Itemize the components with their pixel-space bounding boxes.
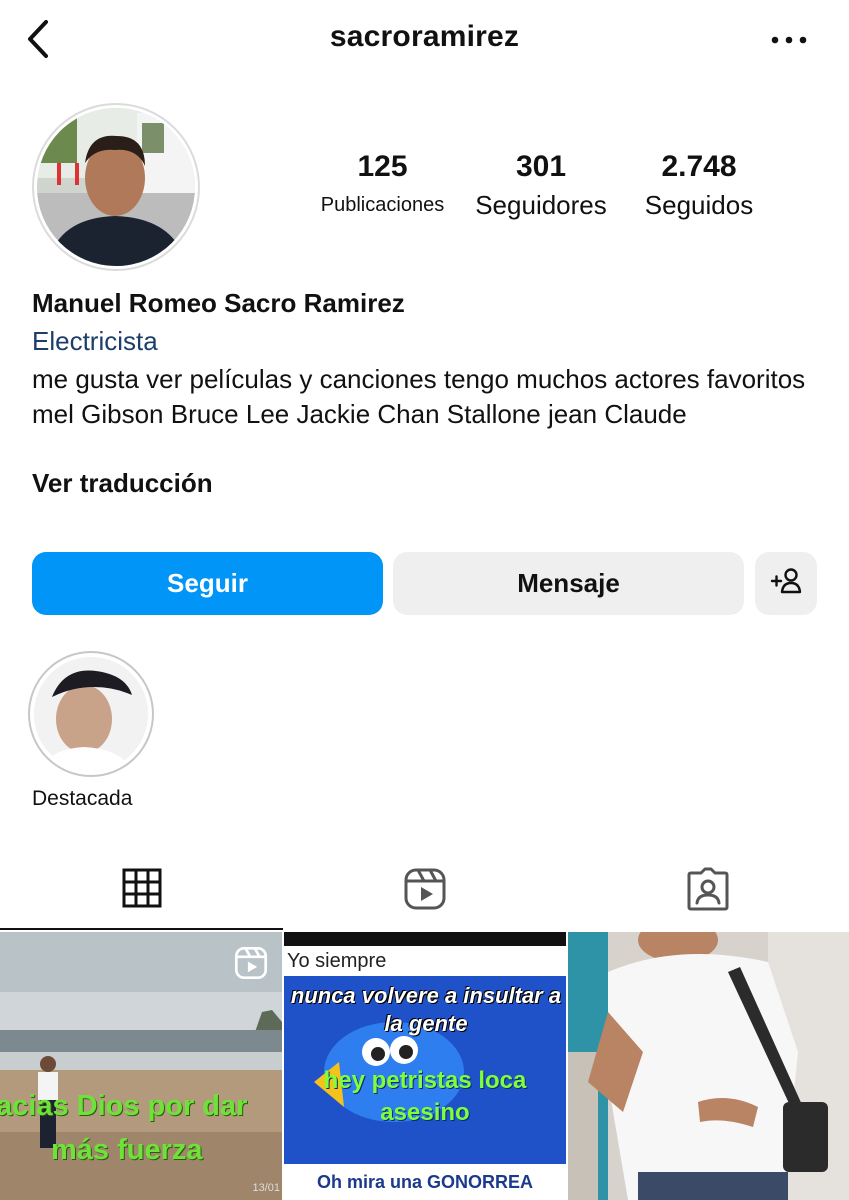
profile-avatar[interactable]: [32, 103, 200, 271]
top-bar: sacroramirez: [0, 0, 849, 80]
post-thumbnail[interactable]: acias Dios por dar más fuerza 13/01: [0, 932, 282, 1200]
posts-grid: acias Dios por dar más fuerza 13/01 Yo s…: [0, 932, 849, 1200]
tagged-icon: [686, 867, 730, 916]
post-overlay-line: más fuerza: [51, 1134, 203, 1166]
story-highlight[interactable]: [28, 651, 154, 777]
profile-category: Electricista: [32, 326, 158, 356]
reels-icon: [403, 867, 447, 916]
profile-bio: me gusta ver películas y canciones tengo…: [32, 364, 806, 429]
posts-count-value: 125: [357, 150, 408, 183]
post-overlay-text: acias Dios por dar más fuerza: [0, 1084, 282, 1172]
followers-count[interactable]: 301 Seguidores: [466, 150, 616, 221]
meme-middle-text: hey petristas loca asesino: [323, 1067, 527, 1126]
following-count-label: Seguidos: [644, 190, 754, 220]
tab-posts-grid[interactable]: [0, 852, 283, 930]
followers-count-value: 301: [515, 150, 567, 183]
see-translation-link[interactable]: Ver traducción: [32, 468, 213, 499]
add-user-icon: [770, 566, 802, 601]
message-button[interactable]: Mensaje: [393, 552, 744, 615]
grid-icon: [122, 868, 162, 913]
following-count[interactable]: 2.748 Seguidos: [632, 150, 766, 221]
following-count-value: 2.748: [661, 150, 737, 183]
posts-count: 125 Publicaciones: [305, 150, 460, 217]
post-overlay-line: acias Dios por dar: [0, 1090, 248, 1122]
profile-username: sacroramirez: [329, 20, 520, 53]
posts-count-label: Publicaciones: [320, 194, 445, 216]
more-horizontal-icon[interactable]: [769, 30, 809, 50]
tab-reels[interactable]: [283, 852, 566, 930]
meme-title-text: nunca volvere a insultar a la gente: [290, 983, 562, 1036]
follow-button[interactable]: Seguir: [32, 552, 383, 615]
highlight-label: Destacada: [32, 787, 133, 810]
post-thumbnail[interactable]: Yo siempre nunca volvere a insultar a la…: [284, 932, 566, 1200]
meme-bottom-text: Oh mira una GONORREA: [284, 1164, 566, 1200]
post-thumbnail[interactable]: [568, 932, 849, 1200]
post-date-stamp: 13/01: [252, 1182, 280, 1194]
profile-full-name: Manuel Romeo Sacro Ramirez: [32, 288, 405, 318]
meme-top-text: Yo siempre: [284, 946, 566, 976]
profile-tabs: [0, 852, 849, 932]
suggested-users-button[interactable]: [755, 552, 817, 615]
avatar: [37, 108, 195, 266]
reels-icon: [234, 946, 268, 980]
followers-count-label: Seguidores: [475, 190, 607, 220]
person-photo: [568, 932, 849, 1200]
highlight-cover: [34, 657, 148, 771]
tab-tagged[interactable]: [566, 852, 849, 930]
